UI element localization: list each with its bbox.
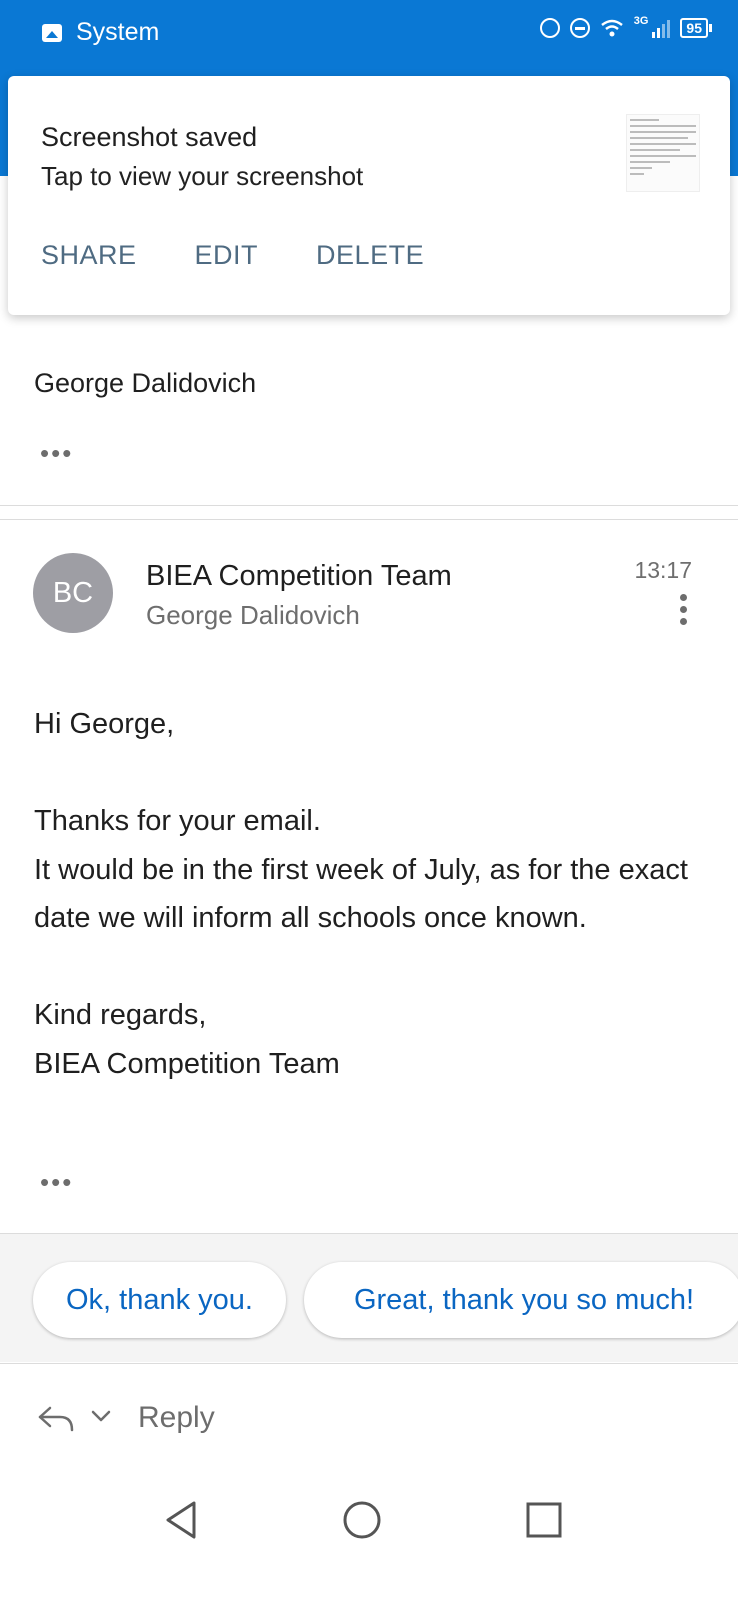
divider	[0, 505, 738, 506]
message-sender[interactable]: BIEA Competition Team	[146, 560, 452, 593]
message-recipient[interactable]: George Dalidovich	[146, 600, 360, 631]
reply-icon[interactable]	[36, 1402, 76, 1434]
delete-button[interactable]: DELETE	[316, 240, 424, 271]
avatar-initials: BC	[52, 576, 94, 609]
previous-message-sender: George Dalidovich	[34, 368, 257, 398]
signal-icon	[652, 18, 671, 38]
message-body: Hi George, Thanks for your email. It wou…	[34, 700, 694, 1088]
status-app-name: System	[76, 18, 160, 46]
previous-message-expand-button[interactable]: •••	[40, 440, 73, 466]
message-signature: BIEA Competition Team	[34, 1047, 340, 1080]
notification-actions: SHARE EDIT DELETE	[41, 240, 424, 271]
reply-button[interactable]: Reply	[138, 1401, 215, 1435]
quick-reply-label: Great, thank you so much!	[353, 1283, 695, 1316]
battery-level: 95	[686, 20, 702, 36]
status-right: 3G 95	[539, 15, 712, 38]
recents-icon[interactable]	[526, 1502, 562, 1538]
message-line: Thanks for your email.	[34, 805, 321, 837]
wifi-icon	[600, 19, 623, 37]
quick-reply-button[interactable]: Ok, thank you.	[33, 1262, 286, 1338]
alarm-icon	[539, 18, 560, 38]
reply-bar[interactable]: Reply	[0, 1364, 738, 1474]
notification-title: Screenshot saved	[41, 122, 258, 152]
quick-reply-button[interactable]: Great, thank you so much!	[304, 1262, 738, 1338]
do-not-disturb-icon	[569, 18, 590, 38]
network-type: 3G	[633, 15, 649, 27]
share-button[interactable]: SHARE	[41, 240, 137, 271]
notification-subtitle: Tap to view your screenshot	[41, 161, 364, 191]
back-icon[interactable]	[163, 1500, 199, 1540]
message-expand-button[interactable]: •••	[40, 1169, 73, 1195]
message-line: It would be in the first week of July, a…	[34, 853, 688, 935]
battery-icon: 95	[680, 18, 712, 38]
home-icon[interactable]	[342, 1500, 382, 1540]
message-time: 13:17	[634, 557, 692, 583]
status-left: System	[42, 18, 159, 47]
more-options-icon[interactable]	[678, 594, 688, 628]
navigation-bar	[0, 1474, 738, 1600]
chevron-down-icon[interactable]	[90, 1408, 112, 1424]
message-signoff: Kind regards,	[34, 999, 207, 1031]
divider	[0, 519, 738, 520]
screenshot-thumbnail[interactable]	[626, 114, 700, 192]
image-icon	[42, 23, 62, 42]
screenshot-notification[interactable]: Screenshot saved Tap to view your screen…	[8, 76, 730, 315]
edit-button[interactable]: EDIT	[195, 240, 259, 271]
message-greeting: Hi George,	[34, 708, 175, 740]
quick-reply-label: Ok, thank you.	[66, 1283, 253, 1316]
avatar[interactable]: BC	[33, 553, 113, 633]
